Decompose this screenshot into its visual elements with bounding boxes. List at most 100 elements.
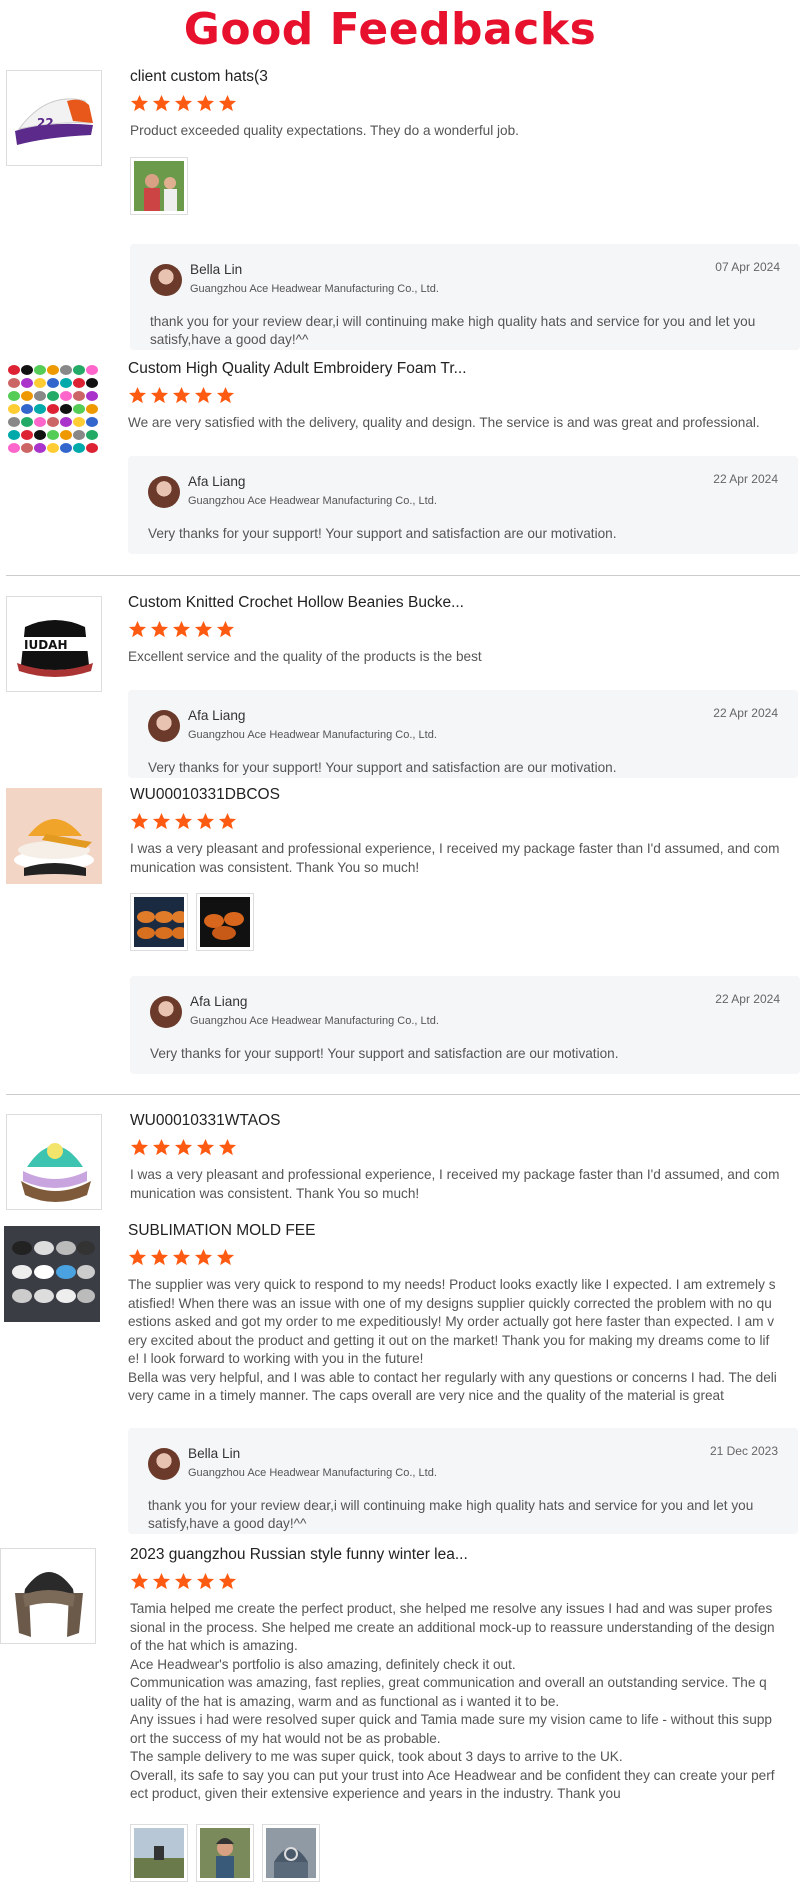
review-text-line: ort the success of my hat would not be a…: [130, 1730, 441, 1746]
review-photo[interactable]: [262, 1823, 320, 1882]
product-thumbnail[interactable]: [4, 1226, 100, 1322]
review-text: Product exceeded quality expectations. T…: [130, 122, 796, 141]
reply-date: 22 Apr 2024: [715, 992, 780, 1006]
star-icon: [218, 812, 237, 830]
replier-name: Afa Liang: [188, 474, 246, 489]
star-icon: [150, 620, 169, 638]
review-text-line: The sample delivery to me was super quic…: [130, 1749, 623, 1764]
review-text-line: Tamia helped me create the perfect produ…: [130, 1601, 773, 1616]
star-icon: [196, 94, 215, 112]
product-title[interactable]: WU00010331WTAOS: [130, 1112, 796, 1130]
review-text: Tamia helped me create the perfect produ…: [130, 1600, 796, 1804]
svg-text:22: 22: [37, 116, 54, 130]
product-thumbnail[interactable]: [6, 362, 102, 458]
product-title[interactable]: 2023 guangzhou Russian style funny winte…: [130, 1546, 796, 1564]
review-text-line: I was a very pleasant and professional e…: [130, 841, 780, 856]
star-icon: [194, 620, 213, 638]
company-name: Guangzhou Ace Headwear Manufacturing Co.…: [188, 729, 437, 741]
review-text-line: e! I look forward to working with you in…: [128, 1351, 424, 1366]
review-text: We are very satisfied with the delivery,…: [128, 414, 794, 433]
product-thumbnail[interactable]: [6, 788, 102, 884]
star-icon: [196, 1138, 215, 1156]
reply-text: Very thanks for your support! Your suppo…: [148, 759, 778, 777]
rating-stars: [128, 1248, 794, 1268]
reply-text-line: thank you for your review dear,i will co…: [150, 314, 756, 329]
review-photo[interactable]: [130, 893, 188, 951]
star-icon: [218, 94, 237, 112]
reply-text-line: thank you for your review dear,i will co…: [148, 1498, 754, 1513]
svg-text:IUDAH: IUDAH: [24, 638, 68, 652]
replier-name: Afa Liang: [190, 994, 248, 1009]
product-thumbnail[interactable]: [6, 1114, 102, 1210]
page-title: Good Feedbacks: [183, 4, 597, 55]
product-title[interactable]: SUBLIMATION MOLD FEE: [128, 1222, 794, 1240]
review-body: 2023 guangzhou Russian style funny winte…: [130, 1546, 796, 1882]
avatar: [148, 710, 180, 742]
product-title[interactable]: client custom hats(3: [130, 68, 796, 86]
star-icon: [174, 1572, 193, 1590]
star-icon: [194, 1248, 213, 1266]
star-icon: [218, 1138, 237, 1156]
reply-text: Very thanks for your support! Your suppo…: [148, 525, 778, 543]
review-text: I was a very pleasant and professional e…: [130, 840, 796, 877]
review-text-line: ect product, given their extensive exper…: [130, 1786, 621, 1801]
review-text-line: I was a very pleasant and professional e…: [130, 1167, 780, 1182]
product-thumbnail[interactable]: 22: [6, 70, 102, 166]
star-icon: [128, 1248, 147, 1266]
reply-text-line: Very thanks for your support! Your suppo…: [148, 526, 617, 541]
star-icon: [174, 812, 193, 830]
seller-reply: Bella Lin Guangzhou Ace Headwear Manufact…: [130, 244, 800, 350]
star-icon: [130, 1572, 149, 1590]
divider: [6, 575, 800, 576]
star-icon: [128, 620, 147, 638]
star-icon: [150, 1248, 169, 1266]
product-title[interactable]: Custom High Quality Adult Embroidery Foa…: [128, 360, 794, 378]
reply-text-line: satisfy,have a good day!^^: [150, 332, 309, 347]
replier-name: Afa Liang: [188, 708, 246, 723]
reply-text-line: Very thanks for your support! Your suppo…: [148, 760, 617, 775]
seller-reply: Afa Liang Guangzhou Ace Headwear Manufact…: [128, 456, 798, 554]
review-photo[interactable]: [130, 156, 188, 215]
reply-date: 22 Apr 2024: [713, 706, 778, 720]
reply-text: Very thanks for your support! Your suppo…: [150, 1045, 780, 1063]
product-title[interactable]: Custom Knitted Crochet Hollow Beanies Bu…: [128, 594, 794, 612]
replier-name: Bella Lin: [188, 1446, 241, 1461]
review-photo[interactable]: [130, 1823, 188, 1882]
reply-header: Bella Lin Guangzhou Ace Headwear Manufact…: [150, 258, 780, 298]
star-icon: [152, 812, 171, 830]
star-icon: [172, 386, 191, 404]
reply-date: 22 Apr 2024: [713, 472, 778, 486]
reply-text: thank you for your review dear,i will co…: [150, 313, 780, 349]
star-icon: [196, 1572, 215, 1590]
review-text-line: munication was consistent. Thank You so …: [130, 1185, 420, 1201]
review-text-line: Bella was very helpful, and I was able t…: [128, 1369, 777, 1385]
review-text-line: munication was consistent. Thank You so …: [130, 859, 420, 875]
star-icon: [174, 1138, 193, 1156]
review-text-line: uality of the hat is amazing, warm and a…: [130, 1693, 560, 1709]
review-photos: [130, 893, 796, 951]
seller-reply: Bella Lin Guangzhou Ace Headwear Manufact…: [128, 1428, 798, 1534]
review-photo[interactable]: [196, 1823, 254, 1882]
review-text-line: Overall, its safe to say you can put you…: [130, 1767, 775, 1783]
reply-header: Afa Liang Guangzhou Ace Headwear Manufact…: [150, 990, 780, 1030]
product-thumbnail[interactable]: [0, 1548, 96, 1644]
review-text-line: We are very satisfied with the delivery,…: [128, 415, 760, 430]
review-text-line: of the hat which is amazing.: [130, 1638, 298, 1653]
review-text-line: estions asked and got my order to me exp…: [128, 1314, 775, 1329]
product-thumbnail[interactable]: IUDAH: [6, 596, 102, 692]
star-icon: [130, 94, 149, 112]
rating-stars: [130, 1138, 796, 1158]
review-text: I was a very pleasant and professional e…: [130, 1166, 796, 1203]
divider: [6, 1094, 800, 1095]
star-icon: [152, 94, 171, 112]
avatar: [148, 1448, 180, 1480]
star-icon: [218, 1572, 237, 1590]
company-name: Guangzhou Ace Headwear Manufacturing Co.…: [188, 1467, 437, 1479]
review-photo[interactable]: [196, 893, 254, 951]
review-text: Excellent service and the quality of the…: [128, 648, 794, 667]
product-title[interactable]: WU00010331DBCOS: [130, 786, 796, 804]
reply-header: Bella Lin Guangzhou Ace Headwear Manufact…: [148, 1442, 778, 1482]
star-icon: [194, 386, 213, 404]
review-text-line: very came in a timely manner. The caps o…: [128, 1388, 724, 1403]
replier-name: Bella Lin: [190, 262, 243, 277]
